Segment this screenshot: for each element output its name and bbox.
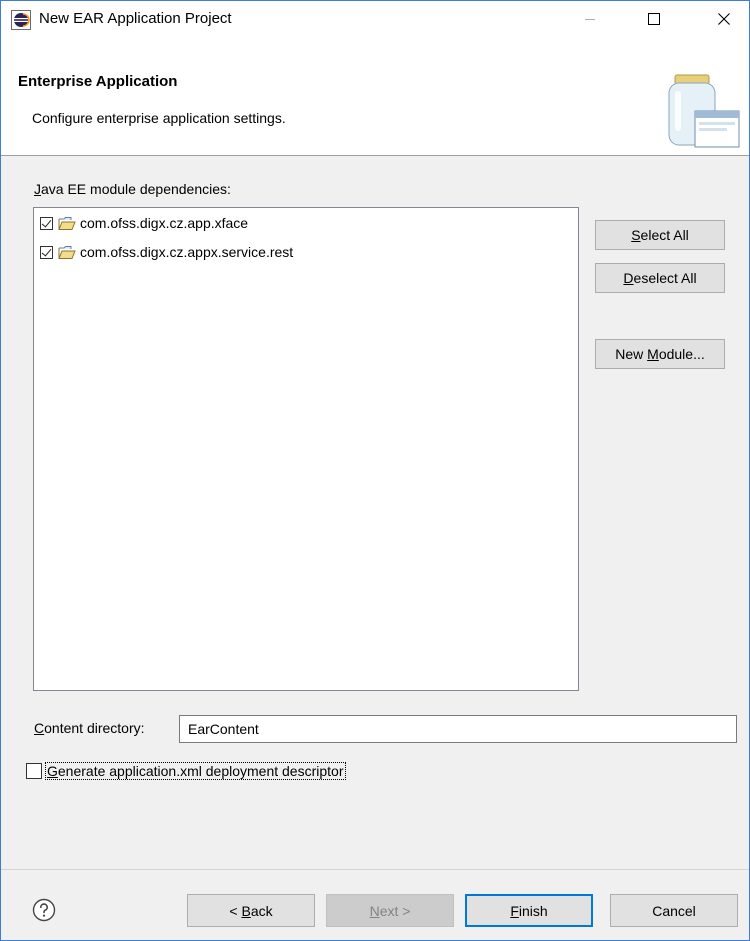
list-item[interactable]: com.ofss.digx.cz.app.xface — [40, 212, 248, 234]
next-button[interactable]: Next > — [326, 894, 454, 927]
close-icon — [718, 13, 730, 25]
select-all-button[interactable]: Select All — [595, 220, 725, 250]
generate-descriptor-label[interactable]: Generate application.xml deployment desc… — [45, 762, 346, 780]
module-checkbox[interactable] — [40, 216, 53, 230]
content-directory-input[interactable]: EarContent — [179, 715, 737, 743]
window-title: New EAR Application Project — [39, 10, 232, 27]
dialog-window: New EAR Application Project Enterprise A… — [0, 0, 750, 941]
wizard-banner: Enterprise Application Configure enterpr… — [1, 37, 749, 156]
generate-descriptor-option[interactable]: Generate application.xml deployment desc… — [26, 762, 346, 780]
project-folder-icon — [58, 245, 76, 259]
module-dependencies-label: Java EE module dependencies: — [34, 181, 231, 197]
maximize-button[interactable] — [631, 1, 677, 37]
list-item[interactable]: com.ofss.digx.cz.appx.service.rest — [40, 241, 293, 263]
cancel-button[interactable]: Cancel — [610, 894, 738, 927]
module-checkbox[interactable] — [40, 245, 53, 259]
close-button[interactable] — [701, 1, 747, 37]
generate-descriptor-checkbox[interactable] — [26, 763, 42, 779]
page-title: Enterprise Application — [18, 73, 178, 90]
page-description: Configure enterprise application setting… — [32, 110, 286, 126]
footer-divider — [1, 869, 749, 870]
eclipse-icon — [11, 10, 31, 30]
module-dependencies-list[interactable]: com.ofss.digx.cz.app.xface com.ofss.digx… — [33, 207, 579, 691]
help-icon[interactable] — [32, 898, 56, 922]
module-name: com.ofss.digx.cz.app.xface — [80, 215, 249, 231]
finish-button[interactable]: Finish — [465, 894, 593, 927]
jar-window-icon — [668, 74, 740, 148]
maximize-icon — [648, 13, 660, 25]
module-name: com.ofss.digx.cz.appx.service.rest — [80, 244, 294, 260]
minimize-icon — [585, 19, 595, 20]
minimize-button[interactable] — [567, 1, 613, 37]
back-button[interactable]: < Back — [187, 894, 315, 927]
project-folder-icon — [58, 216, 76, 230]
title-bar[interactable]: New EAR Application Project — [1, 1, 749, 37]
new-module-button[interactable]: New Module... — [595, 339, 725, 369]
deselect-all-button[interactable]: Deselect All — [595, 263, 725, 293]
content-directory-label: Content directory: — [34, 720, 145, 736]
